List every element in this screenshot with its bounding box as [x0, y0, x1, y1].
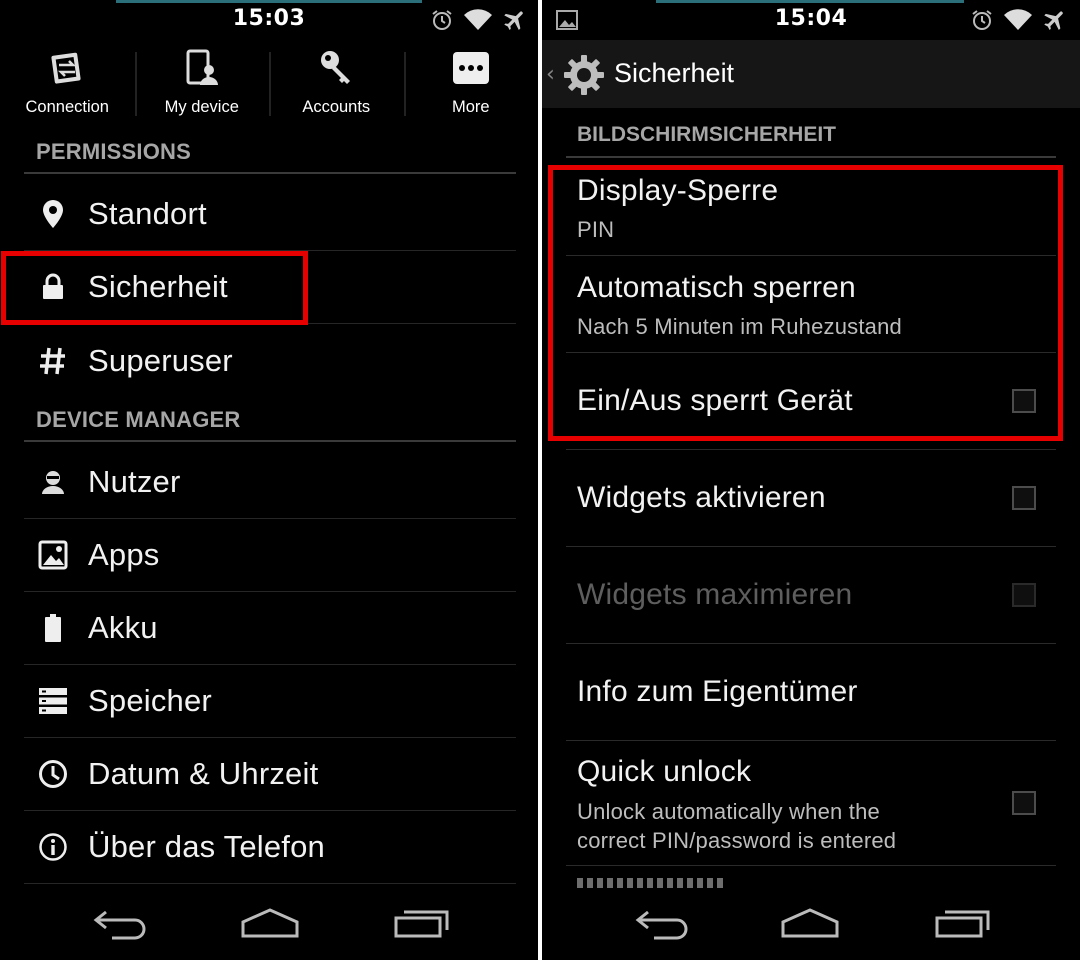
section-header-permissions: PERMISSIONS — [24, 136, 516, 174]
hash-icon — [38, 346, 68, 376]
back-button[interactable] — [92, 906, 148, 944]
pref-widgets-maximieren: Widgets maximieren — [566, 547, 1056, 644]
settings-item-akku[interactable]: Akku — [24, 592, 516, 665]
gear-icon — [562, 53, 606, 101]
back-button[interactable] — [634, 906, 690, 944]
settings-item-label: Speicher — [88, 683, 212, 718]
recents-button[interactable] — [934, 906, 992, 944]
settings-item-apps[interactable]: Apps — [24, 519, 516, 592]
settings-item-speicher[interactable]: Speicher — [24, 665, 516, 738]
settings-item-label: Über das Telefon — [88, 829, 326, 864]
wifi-icon — [1004, 9, 1032, 31]
tab-more[interactable]: More — [403, 40, 539, 124]
pref-info-eigentuemer[interactable]: Info zum Eigentümer — [566, 644, 1056, 741]
storage-icon — [38, 686, 68, 716]
checkbox[interactable] — [1012, 486, 1036, 510]
pref-summary: Nach 5 Minuten im Ruhezustand — [577, 314, 902, 339]
top-tabs: Connection My device Accounts More — [0, 40, 538, 124]
clock-icon — [38, 759, 68, 789]
tab-label: Accounts — [302, 98, 371, 116]
action-bar[interactable]: ‹ Sicherheit — [542, 40, 1080, 108]
right-screen: 15:04 ‹ Sicherheit BILDSCHIRMSICHERHEIT … — [542, 0, 1080, 960]
more-dots-icon — [451, 48, 491, 92]
pref-summary-line: correct PIN/password is entered — [577, 828, 897, 853]
settings-item-label: Datum & Uhrzeit — [88, 756, 319, 791]
status-bar: 15:03 — [0, 0, 538, 40]
checkbox[interactable] — [1012, 389, 1036, 413]
page-title: Sicherheit — [614, 58, 735, 88]
recents-button[interactable] — [393, 906, 451, 944]
settings-item-standort[interactable]: Standort — [24, 178, 516, 251]
up-chevron-icon[interactable]: ‹ — [546, 62, 555, 87]
recents-icon — [935, 910, 990, 938]
pref-title: Widgets aktivieren — [577, 481, 826, 514]
tab-accounts[interactable]: Accounts — [269, 40, 404, 124]
navigation-bar — [542, 888, 1080, 960]
pref-summary-line: Unlock automatically when the — [577, 799, 880, 824]
my-device-icon — [182, 48, 222, 92]
settings-item-nutzer[interactable]: Nutzer — [24, 446, 516, 519]
apps-icon — [38, 540, 68, 570]
tab-label: More — [451, 98, 490, 116]
settings-item-ueber-telefon[interactable]: Über das Telefon — [24, 811, 516, 884]
tab-connection[interactable]: Connection — [0, 40, 135, 124]
airplane-icon — [504, 11, 523, 30]
pref-title: Display-Sperre — [577, 174, 779, 207]
connection-icon — [47, 48, 87, 92]
home-icon — [781, 908, 839, 938]
notification-indicator — [656, 0, 964, 3]
status-bar: 15:04 — [542, 0, 1080, 40]
section-header-bildschirmsicherheit: BILDSCHIRMSICHERHEIT — [566, 112, 1056, 158]
home-button[interactable] — [241, 906, 299, 944]
info-icon — [38, 832, 68, 862]
pref-title: Info zum Eigentümer — [577, 675, 858, 708]
location-pin-icon — [38, 199, 68, 229]
airplane-icon — [1044, 11, 1063, 30]
pref-title: Quick unlock — [577, 755, 752, 788]
settings-item-label: Nutzer — [88, 464, 181, 499]
checkbox[interactable] — [1012, 791, 1036, 815]
back-icon — [93, 910, 146, 940]
settings-item-label: Superuser — [88, 342, 233, 378]
settings-item-label: Sicherheit — [88, 269, 228, 304]
back-icon — [635, 910, 688, 940]
settings-item-label: Akku — [88, 610, 158, 645]
pref-ein-aus-sperrt[interactable]: Ein/Aus sperrt Gerät — [566, 353, 1056, 450]
status-icons — [970, 7, 1068, 33]
pref-display-sperre[interactable]: Display-Sperre PIN — [566, 160, 1056, 256]
pref-title: Ein/Aus sperrt Gerät — [577, 384, 853, 417]
settings-item-sicherheit[interactable]: Sicherheit — [24, 251, 516, 324]
pref-automatisch-sperren[interactable]: Automatisch sperren Nach 5 Minuten im Ru… — [566, 256, 1056, 353]
pref-quick-unlock[interactable]: Quick unlock Unlock automatically when t… — [566, 741, 1056, 866]
settings-item-label: Standort — [88, 196, 207, 231]
battery-icon — [38, 613, 68, 643]
status-icons — [430, 7, 528, 33]
pref-widgets-aktivieren[interactable]: Widgets aktivieren — [566, 450, 1056, 547]
settings-item-superuser[interactable]: Superuser — [24, 324, 516, 397]
user-icon — [38, 467, 68, 497]
pref-summary: PIN — [577, 217, 615, 242]
tab-label: Connection — [25, 98, 109, 116]
tab-my-device[interactable]: My device — [134, 40, 270, 124]
lock-icon — [38, 272, 68, 302]
alarm-icon — [972, 10, 992, 30]
pref-title: Automatisch sperren — [577, 271, 856, 304]
home-icon — [241, 908, 299, 938]
notification-indicator — [116, 0, 422, 3]
checkbox — [1012, 583, 1036, 607]
settings-item-datum-uhrzeit[interactable]: Datum & Uhrzeit — [24, 738, 516, 811]
recents-icon — [394, 910, 449, 938]
alarm-icon — [432, 10, 452, 30]
left-screen: 15:03 Connection My device Accounts More… — [0, 0, 538, 960]
pref-partial-next — [577, 878, 727, 888]
tab-label: My device — [164, 98, 239, 116]
home-button[interactable] — [781, 906, 839, 944]
section-header-device-manager: DEVICE MANAGER — [24, 404, 516, 442]
pref-title: Widgets maximieren — [577, 578, 853, 611]
wifi-icon — [464, 9, 492, 31]
accounts-key-icon — [316, 48, 356, 92]
settings-item-label: Apps — [88, 537, 160, 572]
navigation-bar — [0, 888, 538, 960]
